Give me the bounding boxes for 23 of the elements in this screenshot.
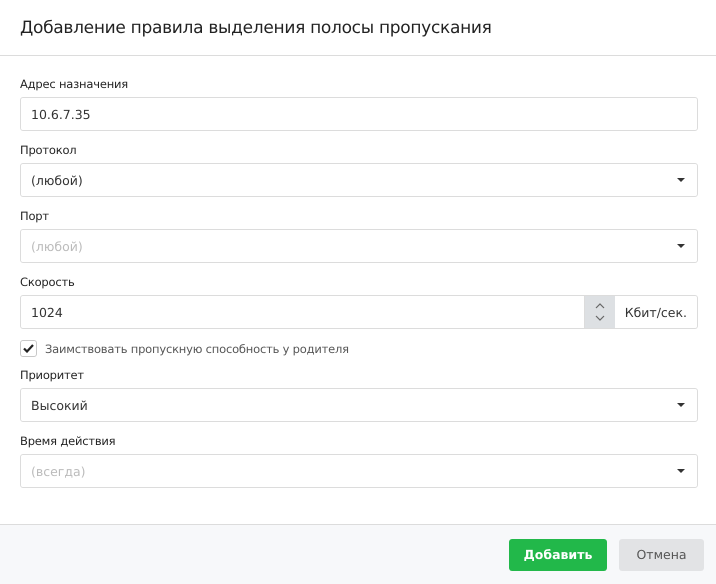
- number-field[interactable]: 1024: [20, 295, 585, 329]
- spinner[interactable]: [584, 295, 615, 329]
- field-label: Приоритет: [20, 368, 85, 382]
- checkbox[interactable]: [20, 340, 37, 357]
- dropdown[interactable]: Высокий: [20, 388, 698, 422]
- checkmark-icon: [23, 344, 34, 353]
- dialog-title: Добавление правила выделения полосы пропускания: [20, 18, 492, 38]
- field-label: Скорость: [20, 275, 76, 289]
- cancel-button[interactable]: Отмена: [619, 538, 704, 570]
- dropdown[interactable]: (любой): [20, 163, 698, 197]
- field-label: Протокол: [20, 143, 78, 157]
- chevron-up-icon: [594, 303, 605, 309]
- text-field[interactable]: 10.6.7.35: [20, 97, 698, 131]
- caret-icon: [677, 178, 685, 182]
- chevron-down-icon: [594, 315, 605, 321]
- caret-icon: [677, 403, 685, 407]
- field-label: Время действия: [20, 434, 116, 448]
- checkbox-label: Заимствовать пропускную способность у родителя: [45, 342, 349, 356]
- field-label: Адрес назначения: [20, 77, 129, 91]
- unit-label: Кбит/сек.: [614, 295, 698, 329]
- caret-icon: [677, 469, 685, 473]
- field-label: Порт: [20, 209, 50, 223]
- caret-icon: [677, 244, 685, 248]
